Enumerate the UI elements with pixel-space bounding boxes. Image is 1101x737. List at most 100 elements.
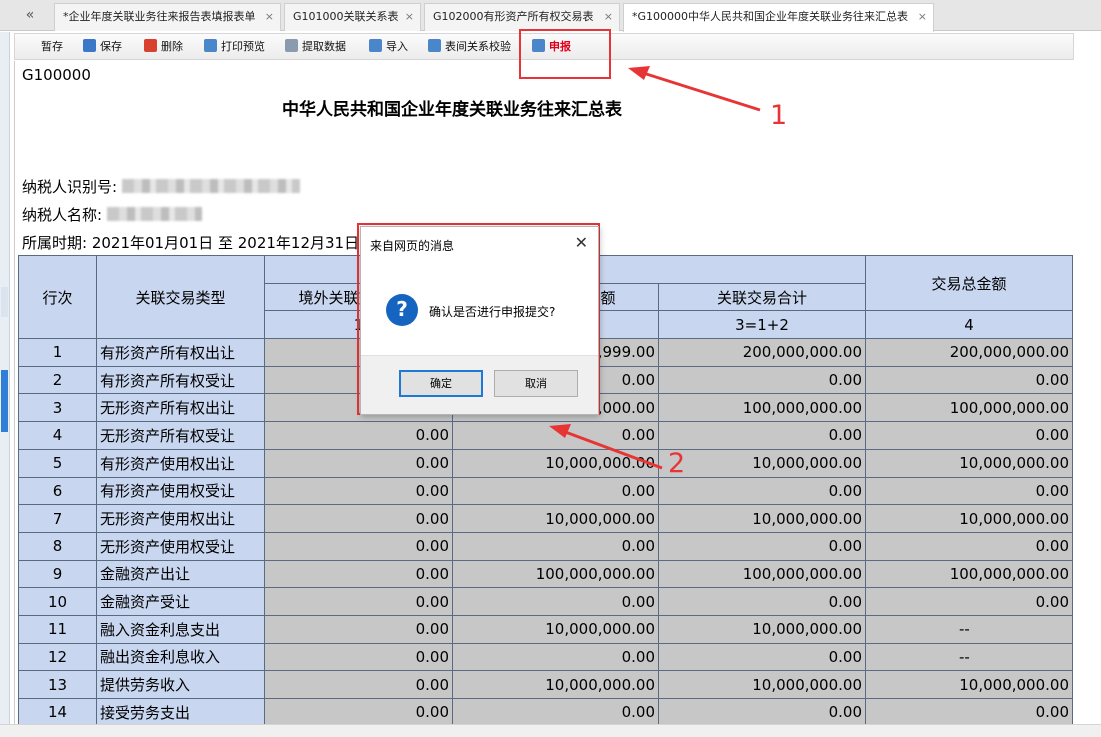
horizontal-scrollbar[interactable]: [0, 724, 1101, 737]
panel-toggle-handle[interactable]: [1, 370, 8, 432]
cancel-button[interactable]: 取消: [494, 370, 578, 397]
cell-related-total[interactable]: 10,000,000.00: [658, 614, 866, 644]
taxpayer-name-row: 纳税人名称:: [22, 204, 202, 225]
cell-overseas-amount[interactable]: 0.00: [264, 504, 453, 533]
cell-overseas-amount[interactable]: 0.00: [264, 642, 453, 672]
cell-domestic-amount[interactable]: 10,000,000.00: [452, 670, 659, 699]
taxpayer-id-redacted: [121, 179, 300, 193]
cell-domestic-amount[interactable]: 0.00: [452, 642, 659, 672]
cell-overseas-amount[interactable]: 0.00: [264, 476, 453, 506]
cell-domestic-amount[interactable]: 0.00: [452, 421, 659, 450]
print-preview-button[interactable]: 打印预览: [204, 37, 265, 57]
cell-total-amount[interactable]: 0.00: [865, 531, 1073, 561]
cell-total-amount[interactable]: 200,000,000.00: [865, 338, 1073, 367]
cell-overseas-amount[interactable]: 0.00: [264, 670, 453, 699]
dialog-message: 确认是否进行申报提交?: [429, 305, 556, 319]
import-button[interactable]: 导入: [369, 37, 408, 57]
cell-related-total[interactable]: 10,000,000.00: [658, 448, 866, 478]
cell-total-amount[interactable]: --: [865, 614, 1073, 644]
cell-related-total[interactable]: 0.00: [658, 698, 866, 727]
cell-total-amount[interactable]: --: [865, 642, 1073, 672]
cell-total-amount[interactable]: 10,000,000.00: [865, 504, 1073, 533]
period-value: 2021年01月01日 至 2021年12月31日: [91, 234, 360, 252]
cell-total-amount[interactable]: 0.00: [865, 698, 1073, 727]
cell-overseas-amount[interactable]: 0.00: [264, 614, 453, 644]
fetch-data-label: 提取数据: [302, 40, 346, 53]
cell-related-total[interactable]: 10,000,000.00: [658, 504, 866, 533]
fetch-data-button[interactable]: 提取数据: [285, 37, 346, 57]
cell-related-total[interactable]: 0.00: [658, 642, 866, 672]
panel-divider: [1, 287, 8, 317]
tab-g101000[interactable]: G101000关联关系表 ×: [284, 3, 421, 31]
table-row: 13 提供劳务收入 0.00 10,000,000.00 10,000,000.00 10…: [18, 670, 1073, 699]
cell-related-total[interactable]: 0.00: [658, 365, 866, 395]
cell-domestic-amount[interactable]: 10,000,000.00: [452, 614, 659, 644]
tab-report-form[interactable]: *企业年度关联业务往来报告表填报表单 ×: [54, 3, 281, 31]
cell-domestic-amount[interactable]: 10,000,000.00: [452, 448, 659, 478]
cell-domestic-amount[interactable]: 0.00: [452, 531, 659, 561]
cell-related-total[interactable]: 0.00: [658, 587, 866, 616]
period-label: 所属时期:: [22, 234, 88, 252]
row-type-name: 融入资金利息支出: [96, 614, 265, 644]
tab-label: *企业年度关联业务往来报告表填报表单: [63, 10, 256, 23]
cell-total-amount[interactable]: 100,000,000.00: [865, 393, 1073, 423]
close-icon[interactable]: ✕: [575, 233, 588, 252]
table-row: 12 融出资金利息收入 0.00 0.00 0.00 --: [18, 642, 1073, 672]
tab-g102000[interactable]: G102000有形资产所有权交易表 ×: [424, 3, 620, 31]
cell-domestic-amount[interactable]: 10,000,000.00: [452, 504, 659, 533]
row-type-name: 提供劳务收入: [96, 670, 265, 699]
confirm-button[interactable]: 确定: [399, 370, 483, 397]
cell-total-amount[interactable]: 0.00: [865, 476, 1073, 506]
row-type-name: 有形资产所有权出让: [96, 338, 265, 367]
cell-related-total[interactable]: 200,000,000.00: [658, 338, 866, 367]
save-draft-button[interactable]: 暂存: [41, 37, 63, 57]
cell-total-amount[interactable]: 10,000,000.00: [865, 670, 1073, 699]
row-number: 14: [18, 698, 97, 727]
cell-domestic-amount[interactable]: 0.00: [452, 476, 659, 506]
tab-bar: « *企业年度关联业务往来报告表填报表单 × G101000关联关系表 × G1…: [0, 0, 1101, 32]
cell-related-total[interactable]: 100,000,000.00: [658, 393, 866, 423]
collapse-tabs-button[interactable]: «: [16, 6, 44, 26]
cell-overseas-amount[interactable]: 0.00: [264, 448, 453, 478]
table-row: 9 金融资产出让 0.00 100,000,000.00 100,000,000.00 1…: [18, 559, 1073, 589]
close-icon[interactable]: ×: [265, 4, 274, 30]
taxpayer-id-label: 纳税人识别号:: [22, 178, 118, 196]
close-icon[interactable]: ×: [405, 4, 414, 30]
row-number: 3: [18, 393, 97, 423]
row-type-name: 无形资产使用权受让: [96, 531, 265, 561]
cell-overseas-amount[interactable]: 0.00: [264, 587, 453, 616]
save-button[interactable]: 保存: [83, 37, 122, 57]
cell-related-total[interactable]: 0.00: [658, 531, 866, 561]
cell-domestic-amount[interactable]: 0.00: [452, 587, 659, 616]
cell-related-total[interactable]: 10,000,000.00: [658, 670, 866, 699]
annotation-label-2: 2: [668, 448, 686, 479]
cell-overseas-amount[interactable]: 0.00: [264, 698, 453, 727]
cross-table-check-button[interactable]: 表间关系校验: [428, 37, 511, 57]
close-icon[interactable]: ×: [604, 4, 613, 30]
row-type-name: 无形资产所有权受让: [96, 421, 265, 450]
cell-total-amount[interactable]: 100,000,000.00: [865, 559, 1073, 589]
tab-g100000[interactable]: *G100000中华人民共和国企业年度关联业务往来汇总表 ×: [623, 3, 934, 32]
fetch-data-icon: [285, 39, 298, 52]
header-col4-no: 4: [865, 310, 1073, 340]
row-number: 12: [18, 642, 97, 672]
row-number: 5: [18, 448, 97, 478]
cell-total-amount[interactable]: 0.00: [865, 365, 1073, 395]
cell-total-amount[interactable]: 0.00: [865, 587, 1073, 616]
cell-domestic-amount[interactable]: 100,000,000.00: [452, 559, 659, 589]
cell-overseas-amount[interactable]: 0.00: [264, 531, 453, 561]
row-number: 4: [18, 421, 97, 450]
cell-total-amount[interactable]: 0.00: [865, 421, 1073, 450]
delete-button[interactable]: 删除: [144, 37, 183, 57]
header-row-no: 行次: [18, 254, 97, 340]
cell-total-amount[interactable]: 10,000,000.00: [865, 448, 1073, 478]
cell-domestic-amount[interactable]: 0.00: [452, 698, 659, 727]
cell-overseas-amount[interactable]: 0.00: [264, 559, 453, 589]
dialog-footer: 确定 取消: [361, 355, 598, 414]
page-title: 中华人民共和国企业年度关联业务往来汇总表: [282, 100, 622, 120]
close-icon[interactable]: ×: [918, 4, 927, 30]
cell-overseas-amount[interactable]: 0.00: [264, 421, 453, 450]
cell-related-total[interactable]: 100,000,000.00: [658, 559, 866, 589]
cell-related-total[interactable]: 0.00: [658, 421, 866, 450]
cell-related-total[interactable]: 0.00: [658, 476, 866, 506]
